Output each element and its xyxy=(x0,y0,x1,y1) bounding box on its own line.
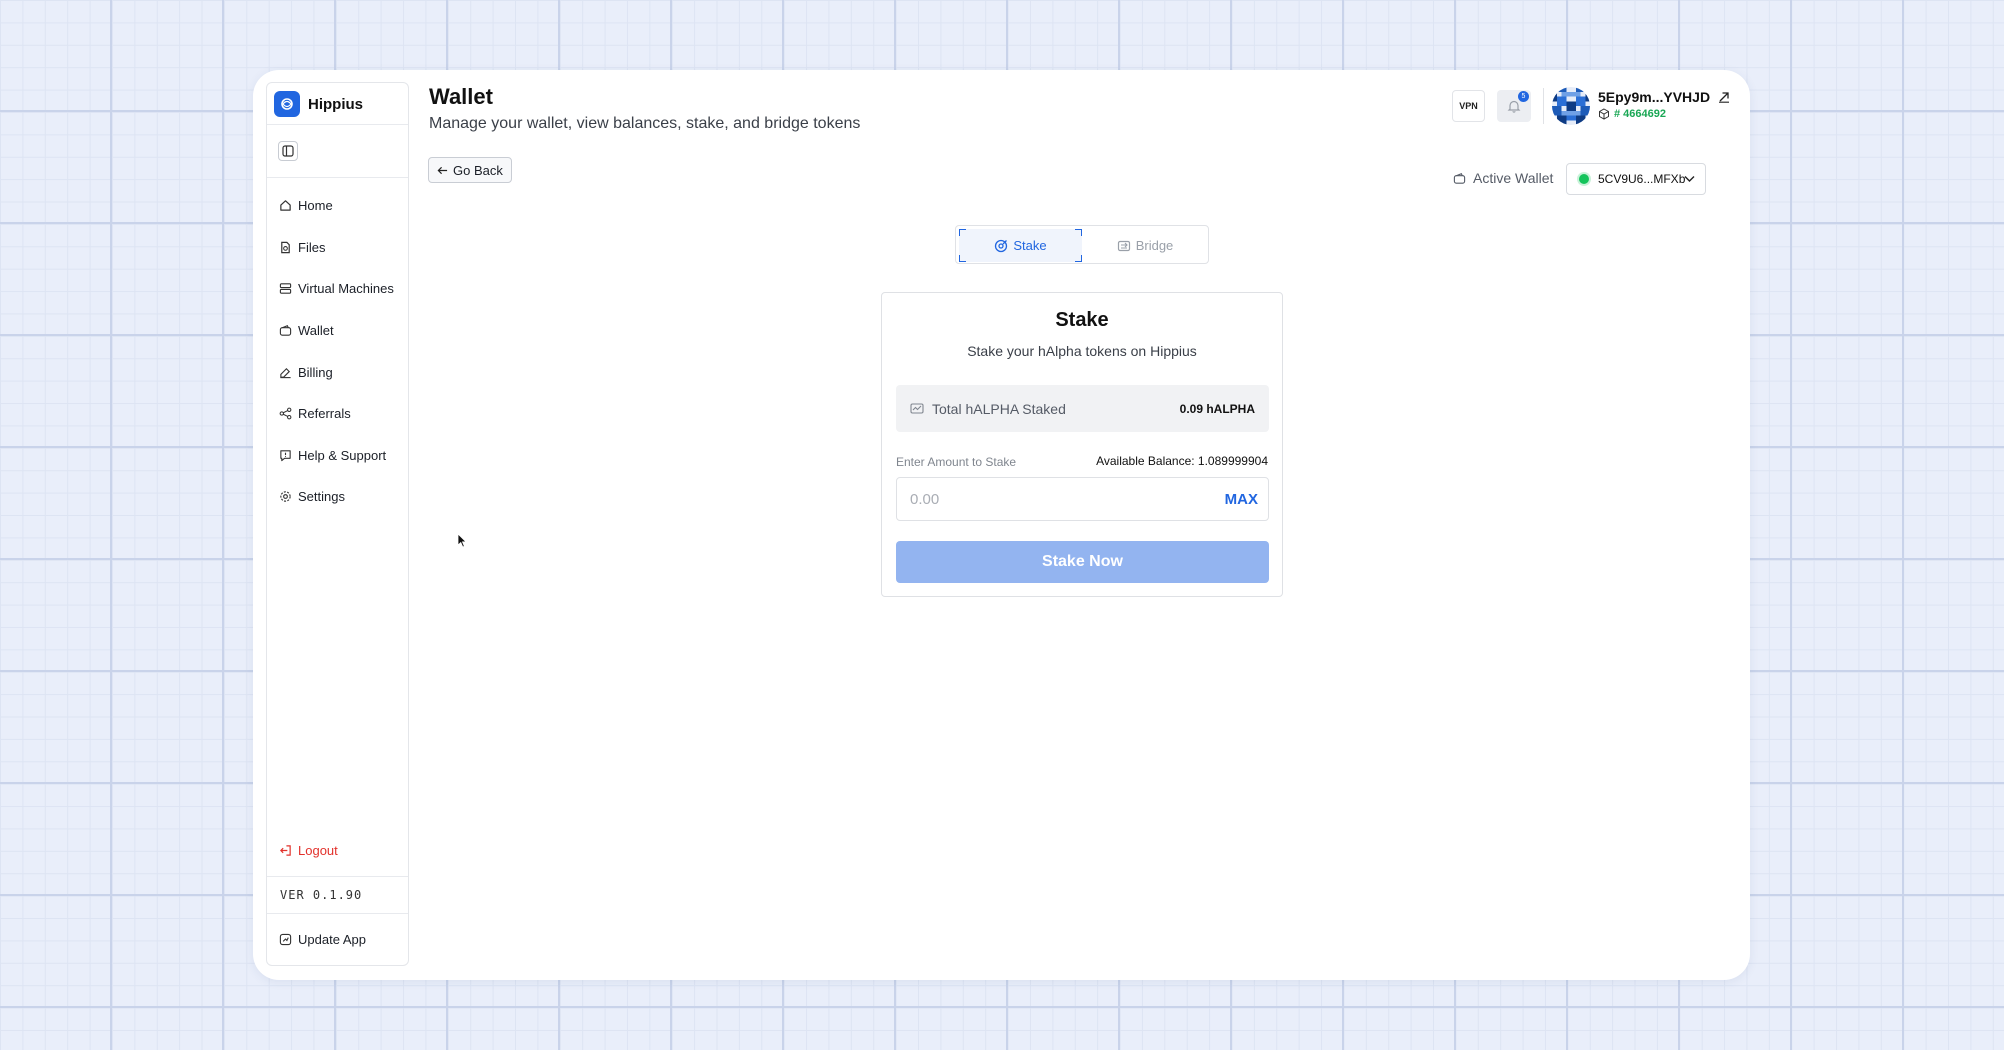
update-app-button[interactable]: Update App xyxy=(279,932,366,947)
card-title: Stake xyxy=(1055,309,1109,331)
card-subtitle: Stake your hAlpha tokens on Hippius xyxy=(967,343,1197,359)
home-icon xyxy=(280,200,291,212)
gear-icon xyxy=(280,491,291,503)
go-back-button[interactable]: Go Back xyxy=(428,157,512,183)
coins-icon xyxy=(910,403,924,414)
billing-icon xyxy=(280,367,291,378)
block-number: # 4664692 xyxy=(1614,108,1666,120)
vpn-button[interactable]: VPN xyxy=(1452,90,1485,122)
version-label: VER 0.1.90 xyxy=(280,888,363,902)
active-wallet-text: Active Wallet xyxy=(1473,170,1554,186)
sidebar-item-settings[interactable]: Settings xyxy=(267,476,408,518)
total-staked-text: Total hALPHA Staked xyxy=(932,400,1066,417)
sidebar-item-label: Files xyxy=(298,239,326,255)
total-staked-value: 0.09 hALPHA xyxy=(1179,401,1255,416)
brand-name: Hippius xyxy=(308,95,363,113)
sidebar-item-label: Settings xyxy=(298,489,345,505)
sidebar-item-label: Help & Support xyxy=(298,447,387,463)
sidebar: Hippius Home Files Virtual Machines Wall… xyxy=(266,82,409,966)
update-app-label: Update App xyxy=(298,932,366,947)
sidebar-item-referrals[interactable]: Referrals xyxy=(267,393,408,435)
stake-bridge-tabs: Stake Bridge xyxy=(955,225,1209,264)
sidebar-nav: Home Files Virtual Machines Wallet Billi… xyxy=(267,185,408,518)
stake-amount-input[interactable] xyxy=(910,490,1225,508)
stake-icon xyxy=(995,239,1008,252)
sidebar-item-label: Virtual Machines xyxy=(298,281,394,297)
sidebar-item-label: Referrals xyxy=(298,406,351,422)
tab-bridge[interactable]: Bridge xyxy=(1084,229,1206,262)
page-subtitle: Manage your wallet, view balances, stake… xyxy=(429,115,861,132)
active-wallet-value: 5CV9U6...MFXb xyxy=(1598,172,1686,186)
file-icon xyxy=(281,241,290,254)
status-dot-icon xyxy=(1579,174,1589,184)
brand[interactable]: Hippius xyxy=(274,91,363,117)
go-back-label: Go Back xyxy=(453,162,503,178)
chevron-down-icon xyxy=(1684,176,1695,182)
stake-now-button[interactable]: Stake Now xyxy=(896,541,1269,583)
sidebar-item-files[interactable]: Files xyxy=(267,227,408,269)
arrow-left-icon xyxy=(437,166,448,174)
sidebar-item-label: Home xyxy=(298,198,333,214)
panel-toggle-icon xyxy=(282,145,294,157)
server-icon xyxy=(279,283,292,295)
wallet-icon xyxy=(1453,172,1466,184)
amount-field: MAX xyxy=(896,477,1269,521)
vpn-label: VPN xyxy=(1459,101,1478,111)
max-button[interactable]: MAX xyxy=(1225,491,1258,508)
logout-button[interactable]: Logout xyxy=(279,843,338,858)
available-balance: Available Balance: 1.089999904 xyxy=(1096,454,1268,468)
divider xyxy=(267,876,408,877)
divider xyxy=(267,177,408,178)
sidebar-item-label: Wallet xyxy=(298,323,334,339)
avatar[interactable] xyxy=(1552,87,1590,125)
bell-icon xyxy=(1507,100,1521,113)
cube-icon xyxy=(1599,108,1609,120)
focus-corner xyxy=(959,255,966,262)
notifications-button[interactable]: 5 xyxy=(1497,90,1531,122)
logout-label: Logout xyxy=(298,843,338,858)
divider xyxy=(267,124,408,125)
page-title: Wallet xyxy=(429,84,493,109)
external-link-icon xyxy=(1719,92,1729,103)
total-staked-box: Total hALPHA Staked 0.09 hALPHA xyxy=(896,385,1269,432)
wallet-icon xyxy=(279,325,292,336)
bridge-icon xyxy=(1117,240,1130,251)
sidebar-item-label: Billing xyxy=(298,364,333,380)
tab-stake[interactable]: Stake xyxy=(959,229,1082,262)
logout-icon xyxy=(280,845,291,856)
sidebar-item-help-support[interactable]: Help & Support xyxy=(267,435,408,477)
divider xyxy=(1543,88,1544,124)
hippius-logo-icon xyxy=(274,91,300,117)
update-icon xyxy=(279,933,292,946)
tab-label: Bridge xyxy=(1135,238,1174,253)
stake-card: Stake Stake your hAlpha tokens on Hippiu… xyxy=(881,292,1283,597)
mouse-cursor-icon xyxy=(457,533,467,553)
account-name: 5Epy9m...YVHJD xyxy=(1598,89,1711,105)
focus-corner xyxy=(1075,229,1082,236)
tab-label: Stake xyxy=(1013,238,1047,253)
sidebar-item-virtual-machines[interactable]: Virtual Machines xyxy=(267,268,408,310)
total-staked-label: Total hALPHA Staked xyxy=(910,401,1066,417)
sidebar-item-home[interactable]: Home xyxy=(267,185,408,227)
help-icon xyxy=(280,450,291,462)
notification-count-badge: 5 xyxy=(1518,91,1529,102)
share-icon xyxy=(279,407,292,420)
divider xyxy=(267,913,408,914)
external-link-button[interactable] xyxy=(1718,90,1730,108)
app-window: Hippius Home Files Virtual Machines Wall… xyxy=(253,70,1750,980)
sidebar-item-billing[interactable]: Billing xyxy=(267,351,408,393)
active-wallet-select[interactable]: 5CV9U6...MFXb xyxy=(1566,163,1706,195)
sidebar-item-wallet[interactable]: Wallet xyxy=(267,310,408,352)
amount-label: Enter Amount to Stake xyxy=(896,455,1017,469)
active-wallet-label: Active Wallet xyxy=(1453,170,1553,186)
sidebar-collapse-button[interactable] xyxy=(278,141,298,161)
account-block: # 4664692 xyxy=(1598,108,1666,120)
focus-corner xyxy=(959,229,966,236)
focus-corner xyxy=(1075,255,1082,262)
